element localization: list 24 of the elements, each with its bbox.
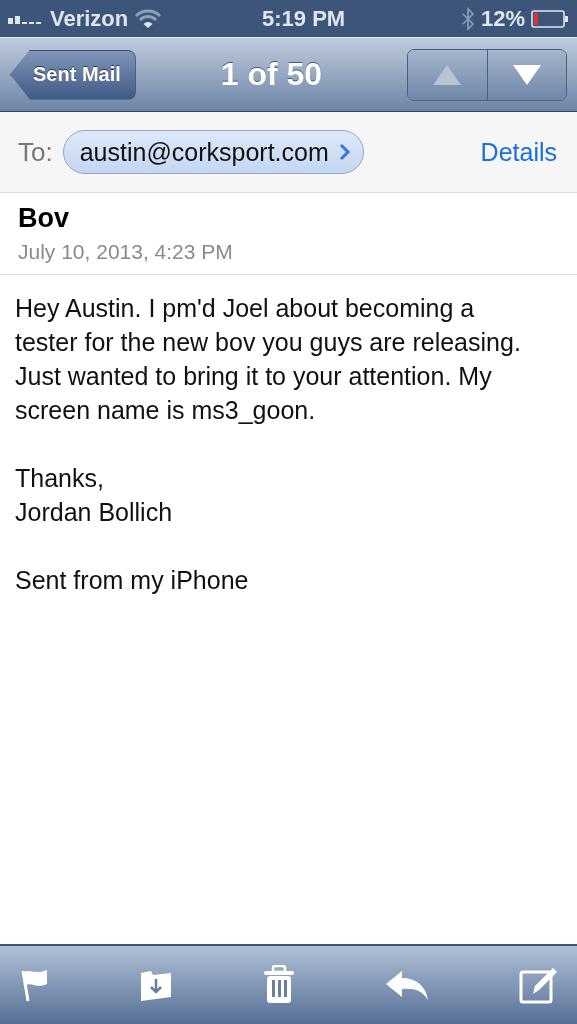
battery-percent: 12%	[480, 5, 525, 32]
body-text: Hey Austin. I pm'd Joel about becoming a tester for the new bov you guys are releasing. Just wanted to bring it to your attention. My screen name is ms3_goon.	[15, 293, 522, 426]
compose-icon[interactable]	[519, 966, 559, 1004]
wifi-icon	[134, 8, 163, 29]
body-text: Jordan Bollich	[15, 497, 174, 528]
down-arrow-icon	[512, 62, 542, 87]
bluetooth-icon	[460, 6, 475, 31]
body-text: Thanks,	[15, 463, 105, 494]
recipient-chip[interactable]: austin@corksport.com	[62, 130, 364, 174]
message-counter: 1 of 50	[220, 56, 323, 93]
signal-icon	[8, 13, 44, 24]
chevron-icon	[338, 143, 351, 161]
email-date: July 10, 2013, 4:23 PM	[18, 240, 234, 264]
trash-icon[interactable]	[262, 965, 295, 1005]
next-button[interactable]	[487, 49, 566, 100]
email-subject: Bov	[18, 203, 70, 234]
carrier-name: Verizon	[50, 5, 129, 32]
back-button[interactable]: Sent Mail	[10, 49, 136, 100]
flag-icon[interactable]	[20, 967, 50, 1003]
body-text: Sent from my iPhone	[15, 565, 250, 596]
battery-icon	[531, 9, 569, 28]
to-label: To:	[18, 136, 53, 168]
details-link[interactable]: Details	[480, 137, 557, 167]
clock: 5:19 PM	[262, 5, 346, 32]
